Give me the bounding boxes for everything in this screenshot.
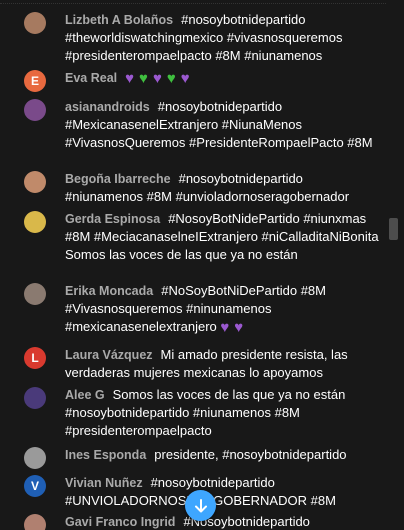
avatar[interactable] [24, 283, 46, 305]
author-name[interactable]: Eva Real [65, 71, 117, 85]
avatar[interactable]: E [24, 70, 46, 92]
scrollbar-thumb[interactable] [389, 218, 398, 240]
green-heart-icon: ♥ [139, 70, 148, 87]
purple-heart-icon: ♥ [180, 70, 190, 87]
author-name[interactable]: asianandroids [65, 100, 150, 114]
chat-message: Ines Esponda presidente, #nosoybotnidepar… [24, 446, 380, 469]
avatar[interactable] [24, 99, 46, 121]
author-name[interactable]: Ines Esponda [65, 448, 146, 462]
chat-message: asianandroids #nosoybotnidepartido #Mexic… [24, 98, 380, 152]
purple-heart-icon: ♥ [125, 70, 135, 87]
purple-heart-icon: ♥ [220, 319, 230, 336]
chat-message: Lizbeth A Bolaños #nosoybotnidepartido #t… [24, 11, 380, 65]
chat-message: Alee G Somos las voces de las que ya no e… [24, 386, 380, 440]
avatar[interactable]: V [24, 475, 46, 497]
chat-message-list: Lizbeth A Bolaños #nosoybotnidepartido #t… [0, 0, 386, 530]
divider [0, 0, 386, 4]
avatar[interactable]: L [24, 347, 46, 369]
chat-message: Begoña Ibarreche #nosoybotnidepartido #ni… [24, 170, 380, 206]
author-name[interactable]: Begoña Ibarreche [65, 172, 171, 186]
emoji-group: ♥ ♥ [220, 319, 248, 336]
author-name[interactable]: Vivian Nuñez [65, 476, 143, 490]
author-name[interactable]: Lizbeth A Bolaños [65, 13, 173, 27]
avatar[interactable] [24, 12, 46, 34]
avatar[interactable] [24, 211, 46, 233]
arrow-down-icon [194, 498, 207, 512]
green-heart-icon: ♥ [166, 70, 176, 87]
scroll-to-bottom-button[interactable] [185, 490, 216, 521]
author-name[interactable]: Erika Moncada [65, 284, 153, 298]
purple-heart-icon: ♥ [152, 70, 162, 87]
avatar[interactable] [24, 447, 46, 469]
purple-heart-icon: ♥ [234, 319, 244, 336]
chat-message: Erika Moncada #NoSoyBotNiDePartido #8M #V… [24, 282, 380, 337]
scrollbar[interactable] [386, 0, 404, 530]
avatar[interactable] [24, 171, 46, 193]
emoji-group: ♥ ♥ ♥ ♥ ♥ [125, 70, 195, 87]
message-text: presidente, #nosoybotnidepartido [154, 447, 347, 462]
author-name[interactable]: Alee G [65, 388, 105, 402]
author-name[interactable]: Gerda Espinosa [65, 212, 160, 226]
avatar[interactable] [24, 514, 46, 530]
message-text: Somos las voces de las que ya no están #… [65, 387, 346, 438]
chat-message: L Laura Vázquez Mi amado presidente resis… [24, 346, 380, 382]
chat-message: E Eva Real ♥ ♥ ♥ ♥ ♥ [24, 69, 380, 92]
avatar[interactable] [24, 387, 46, 409]
author-name[interactable]: Gavi Franco Ingrid [65, 515, 175, 529]
chat-message: Gerda Espinosa #NosoyBotNidePartido #niun… [24, 210, 380, 264]
author-name[interactable]: Laura Vázquez [65, 348, 153, 362]
